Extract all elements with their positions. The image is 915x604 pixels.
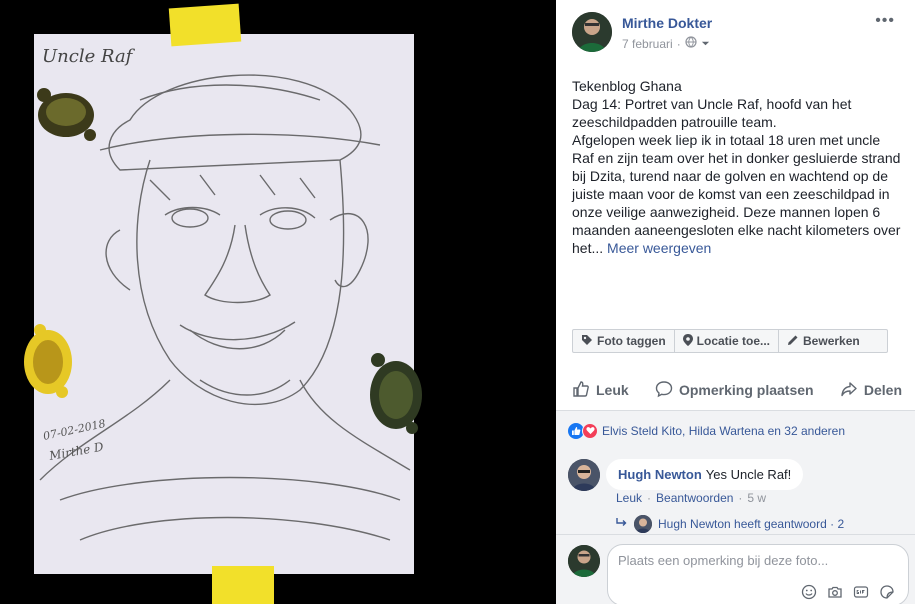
comment-text: Yes Uncle Raf! bbox=[705, 467, 792, 482]
tape-bottom bbox=[212, 566, 274, 604]
globe-icon bbox=[685, 36, 697, 51]
comment-bubble: Hugh Newton Yes Uncle Raf! bbox=[606, 459, 804, 490]
post-text-line: Tekenblog Ghana bbox=[572, 78, 682, 94]
commenter-avatar[interactable] bbox=[568, 459, 600, 491]
pencil-icon bbox=[787, 334, 799, 349]
reactions-text: Elvis Steld Kito, Hilda Wartena en 32 an… bbox=[602, 423, 846, 438]
comment-input-placeholder: Plaats een opmerking bij deze foto... bbox=[618, 553, 829, 568]
share-button[interactable]: Delen bbox=[840, 380, 902, 401]
photo-tools-bar: Foto taggen Locatie toe... Bewerken bbox=[572, 329, 888, 353]
add-location-button[interactable]: Locatie toe... bbox=[675, 330, 780, 352]
comment-actions: Leuk · Beantwoorden · 5 w bbox=[616, 491, 767, 505]
author-avatar[interactable] bbox=[572, 12, 612, 52]
like-button[interactable]: Leuk bbox=[572, 380, 629, 401]
thumbs-up-icon bbox=[572, 380, 590, 401]
comment-reply-link[interactable]: Beantwoorden bbox=[656, 491, 733, 505]
post-meta: 7 februari · bbox=[622, 36, 710, 51]
edit-button[interactable]: Bewerken bbox=[779, 330, 868, 352]
reply-summary-text: Hugh Newton heeft geantwoord · 2 bbox=[658, 517, 845, 531]
post-text: Tekenblog Ghana Dag 14: Portret van Uncl… bbox=[572, 77, 902, 257]
post-header: Mirthe Dokter 7 februari · ••• bbox=[572, 12, 903, 56]
author-name[interactable]: Mirthe Dokter bbox=[622, 15, 712, 31]
audience-dropdown-icon[interactable] bbox=[701, 37, 710, 51]
comment-time[interactable]: 5 w bbox=[747, 491, 766, 505]
tape-top bbox=[168, 3, 242, 47]
post-side-panel: Mirthe Dokter 7 februari · ••• Tekenblog… bbox=[556, 0, 915, 604]
post-text-line: Afgelopen week liep ik in totaal 18 uren… bbox=[572, 132, 901, 256]
post-text-line: Dag 14: Portret van Uncle Raf, hoofd van… bbox=[572, 96, 852, 130]
love-reaction-icon bbox=[582, 422, 598, 439]
more-options-icon[interactable]: ••• bbox=[875, 12, 895, 30]
comment-input[interactable]: Plaats een opmerking bij deze foto... bbox=[607, 544, 909, 604]
post-actions: Leuk Opmerking plaatsen Delen bbox=[572, 372, 902, 408]
reply-arrow-icon bbox=[616, 517, 628, 531]
tag-icon bbox=[581, 334, 593, 349]
current-user-avatar bbox=[568, 545, 600, 577]
reactions-summary[interactable]: Elvis Steld Kito, Hilda Wartena en 32 an… bbox=[556, 410, 915, 450]
post-date[interactable]: 7 februari bbox=[622, 37, 673, 51]
sketch-caption: Uncle Raf bbox=[42, 46, 136, 67]
view-replies-link[interactable]: Hugh Newton heeft geantwoord · 2 bbox=[616, 515, 844, 533]
comment-composer: Plaats een opmerking bij deze foto... bbox=[556, 534, 915, 604]
camera-icon[interactable] bbox=[826, 583, 844, 601]
photo-viewer[interactable]: Uncle Raf 07-02-2018 Mirthe D bbox=[0, 0, 556, 604]
emoji-icon[interactable] bbox=[800, 583, 818, 601]
comment-bubble-icon bbox=[655, 380, 673, 401]
comment-button[interactable]: Opmerking plaatsen bbox=[655, 380, 814, 401]
composer-tools bbox=[800, 583, 896, 601]
see-more-link[interactable]: Meer weergeven bbox=[607, 240, 711, 256]
replier-avatar bbox=[634, 515, 652, 533]
sketch-photo: Uncle Raf 07-02-2018 Mirthe D bbox=[0, 0, 556, 604]
commenter-name[interactable]: Hugh Newton bbox=[618, 467, 702, 482]
comments-section: Hugh Newton Yes Uncle Raf! Leuk · Beantw… bbox=[556, 450, 915, 604]
share-arrow-icon bbox=[840, 380, 858, 401]
sticker-icon[interactable] bbox=[878, 583, 896, 601]
gif-icon[interactable] bbox=[852, 583, 870, 601]
location-pin-icon bbox=[682, 333, 693, 349]
comment-like-link[interactable]: Leuk bbox=[616, 491, 642, 505]
tag-photo-button[interactable]: Foto taggen bbox=[573, 330, 675, 352]
